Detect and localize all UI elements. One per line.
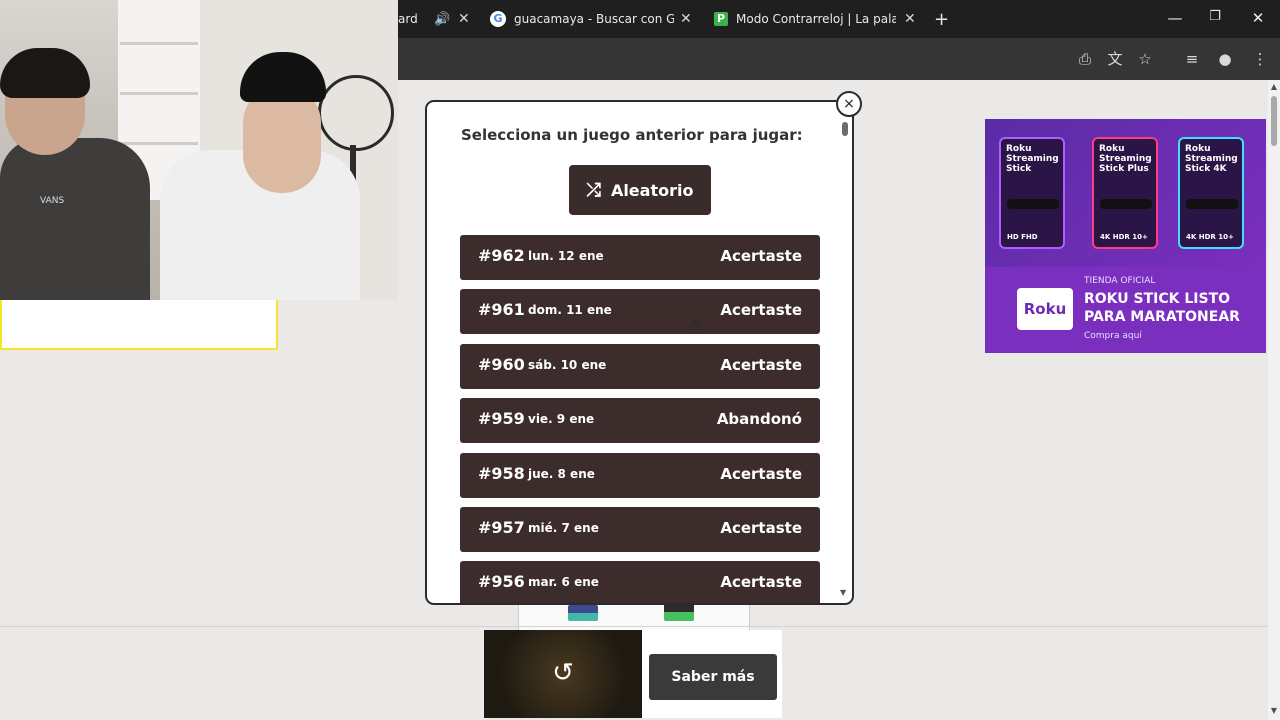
game-row[interactable]: #961 dom. 11 ene Acertaste — [460, 289, 820, 335]
tab-leaderboard[interactable]: ard 🔊 ✕ — [398, 0, 473, 38]
random-game-button[interactable]: ⤮ Aleatorio — [569, 165, 711, 215]
profile-avatar[interactable]: ● — [1215, 49, 1235, 69]
tab-contrarreloj[interactable]: P Modo Contrarreloj | La palabra ✕ — [714, 0, 920, 38]
previous-games-modal: Selecciona un juego anterior para jugar:… — [425, 100, 854, 605]
game-row[interactable]: #957 mié. 7 ene Acertaste — [460, 506, 820, 552]
new-tab-button[interactable]: + — [934, 0, 949, 38]
previous-games-list: #962 lun. 12 ene Acertaste #961 dom. 11 … — [460, 235, 820, 603]
menu-kebab-icon[interactable]: ⋮ — [1250, 49, 1270, 69]
ad-cta-link[interactable]: Compra aquí — [1084, 331, 1142, 341]
modal-scrollbar[interactable]: ▼ — [840, 122, 849, 597]
ad-product-banner: Roku Streaming Stick HD FHD Roku Streami… — [985, 119, 1266, 267]
roku-stick-image — [1186, 199, 1238, 209]
game-row[interactable]: #960 sáb. 10 ene Acertaste — [460, 343, 820, 389]
game-row[interactable]: #958 jue. 8 ene Acertaste — [460, 452, 820, 498]
modal-title: Selecciona un juego anterior para jugar: — [461, 126, 803, 144]
bottom-advertisement[interactable]: ↺ Saber más — [484, 630, 782, 718]
media-control-icon[interactable]: ≡ — [1182, 49, 1202, 69]
grid-icon[interactable] — [664, 603, 694, 621]
install-app-icon[interactable]: ⎙ — [1075, 49, 1095, 69]
google-favicon-icon: G — [490, 11, 506, 27]
product-card: Roku Streaming Stick HD FHD — [999, 137, 1065, 249]
person-left: VANS — [0, 138, 150, 300]
webcam-overlay: VANS — [0, 0, 398, 300]
replay-icon[interactable]: ↺ — [548, 658, 578, 688]
side-advertisement[interactable]: Roku Streaming Stick HD FHD Roku Streami… — [985, 119, 1266, 353]
palabra-favicon-icon: P — [714, 12, 728, 26]
shelf — [120, 92, 198, 95]
shuffle-icon: ⤮ — [586, 179, 601, 201]
tab-close-icon[interactable]: ✕ — [458, 11, 470, 27]
modal-close-button[interactable]: × — [836, 91, 862, 117]
close-window-button[interactable]: ✕ — [1248, 9, 1268, 27]
tab-google-search[interactable]: G guacamaya - Buscar con Googl ✕ — [490, 0, 698, 38]
minimize-button[interactable]: — — [1165, 9, 1185, 27]
game-row[interactable]: #959 vie. 9 ene Abandonó — [460, 398, 820, 444]
ad-video[interactable]: ↺ — [484, 630, 642, 718]
audio-icon[interactable]: 🔊 — [434, 12, 450, 27]
ad-text-panel: Roku TIENDA OFICIAL ROKU STICK LISTO PAR… — [985, 267, 1266, 353]
shelf — [120, 42, 198, 45]
divider — [0, 626, 1268, 627]
game-row[interactable]: #956 mar. 6 ene Acertaste — [460, 561, 820, 603]
product-card: Roku Streaming Stick Plus 4K HDR 10+ — [1092, 137, 1158, 249]
roku-stick-image — [1100, 199, 1152, 209]
page-scrollbar[interactable]: ▲ ▼ — [1268, 80, 1280, 720]
scrollbar-thumb[interactable] — [1271, 96, 1277, 146]
mouse-cursor-icon: ☝ — [690, 314, 701, 335]
stats-icon[interactable] — [568, 605, 598, 621]
person-left-hair — [0, 48, 90, 98]
ad-headline: ROKU STICK LISTO PARA MARATONEAR — [1084, 291, 1240, 325]
ad-tag: TIENDA OFICIAL — [1084, 276, 1156, 286]
scroll-down-icon[interactable]: ▼ — [840, 588, 846, 597]
shelf — [120, 142, 198, 145]
scroll-down-icon[interactable]: ▼ — [1268, 706, 1280, 715]
roku-logo: Roku — [1017, 288, 1073, 330]
learn-more-button[interactable]: Saber más — [649, 654, 777, 700]
game-row[interactable]: #962 lun. 12 ene Acertaste — [460, 235, 820, 280]
yellow-frame — [0, 300, 278, 350]
restore-button[interactable]: ❐ — [1205, 9, 1225, 24]
tab-close-icon[interactable]: ✕ — [904, 11, 916, 27]
product-card: Roku Streaming Stick 4K 4K HDR 10+ — [1178, 137, 1244, 249]
modal-scrollbar-thumb[interactable] — [842, 122, 848, 136]
fan-image — [318, 75, 394, 151]
scroll-up-icon[interactable]: ▲ — [1268, 82, 1280, 91]
bookmark-star-icon[interactable]: ☆ — [1135, 49, 1155, 69]
tab-close-icon[interactable]: ✕ — [680, 11, 692, 27]
translate-icon[interactable]: 文 — [1105, 49, 1125, 69]
roku-stick-image — [1007, 199, 1059, 209]
